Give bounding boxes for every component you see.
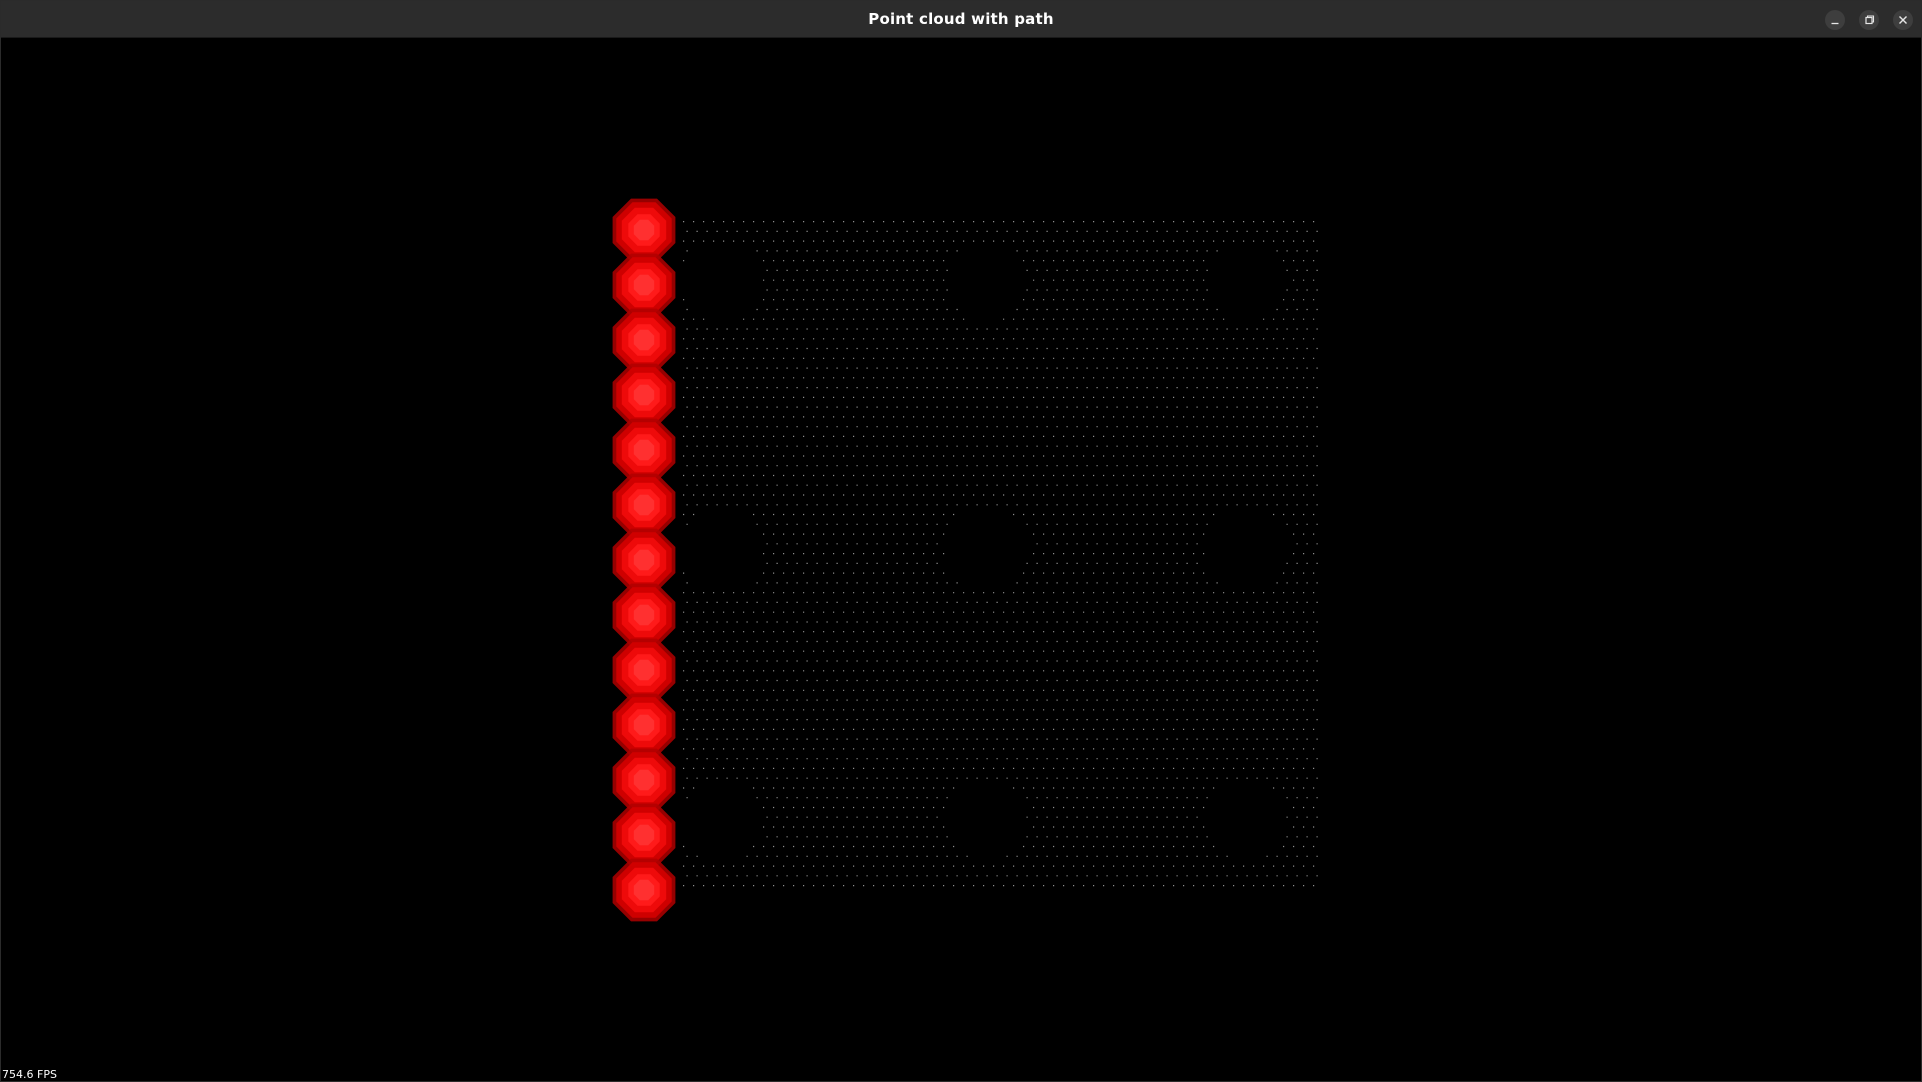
path-marker: [612, 528, 676, 592]
maximize-button[interactable]: [1859, 10, 1879, 30]
path-marker: [612, 638, 676, 702]
point-cloud: [683, 221, 1318, 887]
path-marker: [612, 308, 676, 372]
close-button[interactable]: [1893, 10, 1913, 30]
render-viewport[interactable]: 754.6 FPS: [1, 38, 1921, 1081]
path-marker: [612, 253, 676, 317]
path-marker: [612, 583, 676, 647]
path-marker: [612, 748, 676, 812]
fps-counter: 754.6 FPS: [2, 1068, 57, 1081]
restore-icon: [1865, 15, 1875, 25]
minimize-button[interactable]: [1825, 10, 1845, 30]
path-marker: [612, 473, 676, 537]
title-bar[interactable]: Point cloud with path: [1, 1, 1921, 38]
path-marker: [612, 418, 676, 482]
app-window: Point cloud with path 754.6 FPS: [0, 0, 1922, 1082]
point-cloud-canvas: [612, 198, 1318, 922]
cloud-points: [683, 221, 1318, 887]
path-marker: [612, 693, 676, 757]
path-marker: [612, 363, 676, 427]
window-title: Point cloud with path: [868, 10, 1054, 28]
path-marker: [612, 803, 676, 867]
minimize-icon: [1831, 22, 1839, 25]
close-icon: [1899, 16, 1907, 24]
path-marker: [612, 858, 676, 922]
path-markers: [612, 198, 676, 922]
path-marker: [612, 198, 676, 262]
